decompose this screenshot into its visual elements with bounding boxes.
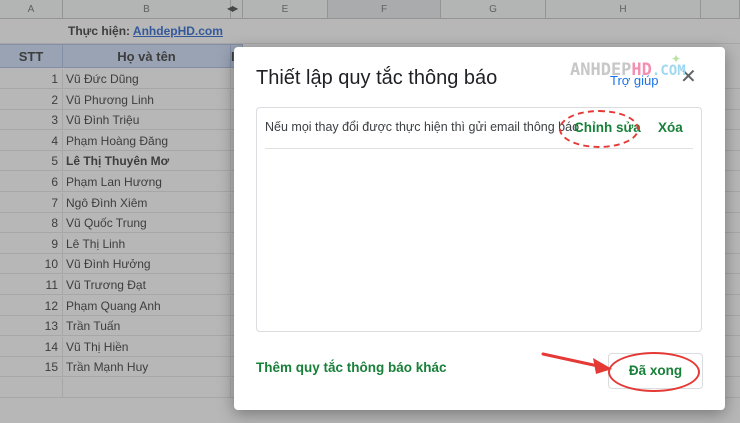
watermark-logo: ANHDEPHD.COM	[570, 60, 686, 80]
sparkle-icon: ✦	[671, 52, 682, 66]
watermark-part1: ANHDEP	[570, 60, 632, 80]
watermark-part2: HD	[631, 60, 652, 80]
